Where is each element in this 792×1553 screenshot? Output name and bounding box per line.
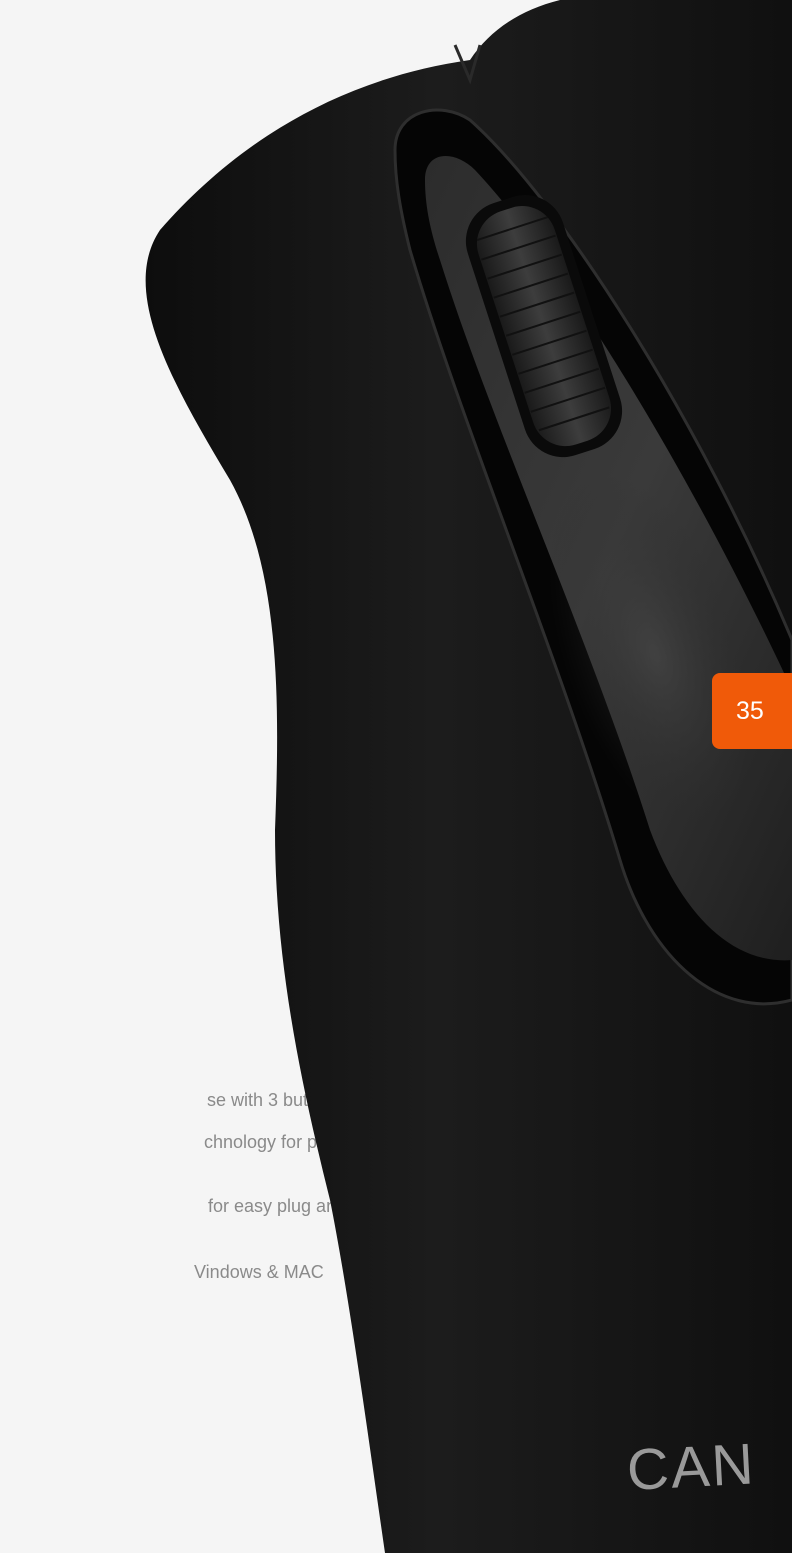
price-badge[interactable]: 35 xyxy=(712,673,792,749)
brand-logo: CAN xyxy=(625,1431,757,1503)
product-page: se with 3 buttons; chnology for precise … xyxy=(0,0,792,1553)
mouse-photo: CAN xyxy=(145,0,792,1553)
